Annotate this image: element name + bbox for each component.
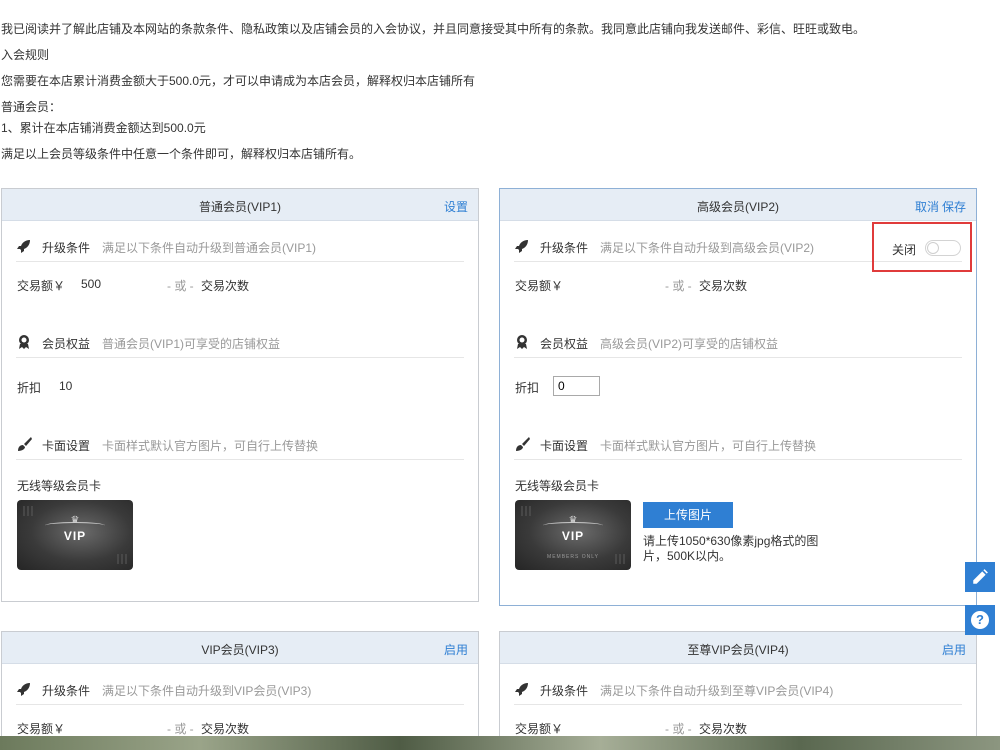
card-vip-text: VIP — [63, 529, 87, 543]
vip4-header: 至尊VIP会员(VIP4) 启用 — [500, 632, 976, 664]
trade-amount-label: 交易额￥ — [515, 722, 564, 736]
vip1-upgrade-desc: 满足以下条件自动升级到普通会员(VIP1) — [102, 241, 317, 255]
help-button[interactable]: ? — [965, 605, 995, 635]
wings-decoration — [45, 522, 105, 529]
rules-title: 入会规则 — [1, 48, 50, 62]
brush-icon — [516, 437, 530, 451]
toggle-knob — [927, 242, 939, 254]
vip1-discount-value: 10 — [59, 379, 73, 393]
toggle-highlight: 关闭 — [872, 222, 972, 272]
vip2-actions: 取消 保存 — [912, 198, 966, 215]
vip1-panel: 普通会员(VIP1) 设置 升级条件 满足以下条件自动升级到普通会员(VIP1)… — [1, 188, 479, 602]
medal-icon — [19, 335, 29, 349]
vip1-upgrade-row: 升级条件 满足以下条件自动升级到普通会员(VIP1) — [16, 235, 464, 262]
card-setting-desc: 卡面样式默认官方图片，可自行上传替换 — [600, 439, 817, 453]
upload-hint: 请上传1050*630像素jpg格式的图片，500K以内。 — [643, 534, 819, 563]
vip1-settings-link[interactable]: 设置 — [444, 198, 468, 215]
vip4-upgrade-row: 升级条件 满足以下条件自动升级到至尊VIP会员(VIP4) — [514, 678, 962, 705]
vip4-enable-link[interactable]: 启用 — [942, 641, 966, 658]
normal-member-heading: 普通会员： — [1, 100, 62, 114]
medal-icon — [517, 335, 527, 349]
wings-decoration — [543, 522, 603, 529]
vip2-card-row: 卡面设置 卡面样式默认官方图片，可自行上传替换 — [514, 433, 962, 460]
benefits-label: 会员权益 — [42, 337, 91, 351]
vip2-discount-input[interactable] — [553, 376, 600, 396]
vip3-upgrade-row: 升级条件 满足以下条件自动升级到VIP会员(VIP3) — [16, 678, 464, 705]
upgrade-label: 升级条件 — [42, 684, 91, 698]
trade-amount-label: 交易额￥ — [17, 722, 66, 736]
vip3-panel: VIP会员(VIP3) 启用 升级条件 满足以下条件自动升级到VIP会员(VIP… — [1, 631, 479, 741]
card-subtitle: MEMBERS ONLY — [547, 554, 599, 560]
toggle-label: 关闭 — [892, 243, 917, 257]
vip1-benefit-row: 会员权益 普通会员(VIP1)可享受的店铺权益 — [16, 331, 464, 358]
discount-label: 折扣 — [515, 381, 540, 395]
vip3-upgrade-desc: 满足以下条件自动升级到VIP会员(VIP3) — [102, 684, 312, 698]
vip2-enable-toggle[interactable] — [925, 240, 961, 256]
vip3-enable-link[interactable]: 启用 — [444, 641, 468, 658]
vip1-amount-value: 500 — [81, 277, 102, 291]
rocket-icon — [515, 240, 528, 253]
vip2-title: 高级会员(VIP2) — [696, 200, 779, 214]
vip1-benefit-desc: 普通会员(VIP1)可享受的店铺权益 — [102, 337, 281, 351]
or-separator: - 或 - — [167, 722, 194, 736]
background-image-strip — [0, 736, 1000, 750]
trade-count-label: 交易次数 — [699, 722, 748, 736]
edit-button[interactable] — [965, 562, 995, 592]
save-link[interactable]: 保存 — [942, 200, 966, 214]
trade-count-label: 交易次数 — [201, 279, 250, 293]
vip2-upgrade-desc: 满足以下条件自动升级到高级会员(VIP2) — [600, 241, 815, 255]
or-separator: - 或 - — [665, 279, 692, 293]
or-separator: - 或 - — [167, 279, 194, 293]
agreement-text: 我已阅读并了解此店铺及本网站的条款条件、隐私政策以及店铺会员的入会协议，并且同意… — [1, 22, 866, 36]
discount-label: 折扣 — [17, 381, 42, 395]
upload-image-button[interactable]: 上传图片 — [643, 502, 733, 528]
card-vip-text: VIP — [561, 529, 585, 543]
vip3-header: VIP会员(VIP3) 启用 — [2, 632, 478, 664]
edit-icon — [973, 569, 988, 584]
vip4-title: 至尊VIP会员(VIP4) — [687, 643, 789, 657]
vip1-header: 普通会员(VIP1) 设置 — [2, 189, 478, 221]
rocket-icon — [17, 683, 30, 696]
trade-amount-label: 交易额￥ — [17, 279, 66, 293]
upgrade-label: 升级条件 — [42, 241, 91, 255]
vip1-card-row: 卡面设置 卡面样式默认官方图片，可自行上传替换 — [16, 433, 464, 460]
rules-footer: 满足以上会员等级条件中任意一个条件即可，解释权归本店铺所有。 — [1, 147, 362, 161]
or-separator: - 或 - — [665, 722, 692, 736]
vip2-card-image: ♛ VIP MEMBERS ONLY — [515, 500, 631, 570]
vip1-title: 普通会员(VIP1) — [198, 200, 281, 214]
vip4-panel: 至尊VIP会员(VIP4) 启用 升级条件 满足以下条件自动升级到至尊VIP会员… — [499, 631, 977, 741]
trade-count-label: 交易次数 — [201, 722, 250, 736]
vip2-header: 高级会员(VIP2) 取消 保存 — [500, 189, 976, 221]
card-setting-label: 卡面设置 — [42, 439, 91, 453]
card-setting-label: 卡面设置 — [540, 439, 589, 453]
rules-text: 您需要在本店累计消费金额大于500.0元，才可以申请成为本店会员，解释权归本店铺… — [1, 74, 476, 88]
vip2-panel: 高级会员(VIP2) 取消 保存 升级条件 满足以下条件自动升级到高级会员(VIP… — [499, 188, 977, 606]
vip2-benefit-row: 会员权益 高级会员(VIP2)可享受的店铺权益 — [514, 331, 962, 358]
rocket-icon — [515, 683, 528, 696]
condition-text: 1、累计在本店铺消费金额达到500.0元 — [1, 121, 206, 135]
trade-count-label: 交易次数 — [699, 279, 748, 293]
wireless-card-label: 无线等级会员卡 — [17, 479, 102, 493]
card-setting-desc: 卡面样式默认官方图片，可自行上传替换 — [102, 439, 319, 453]
vip1-card-image: ♛ VIP — [17, 500, 133, 570]
benefits-label: 会员权益 — [540, 337, 589, 351]
help-icon: ? — [971, 611, 989, 629]
card-pattern — [117, 554, 127, 564]
rocket-icon — [17, 240, 30, 253]
upgrade-label: 升级条件 — [540, 684, 589, 698]
trade-amount-label: 交易额￥ — [515, 279, 564, 293]
upgrade-label: 升级条件 — [540, 241, 589, 255]
vip2-benefit-desc: 高级会员(VIP2)可享受的店铺权益 — [600, 337, 779, 351]
vip4-upgrade-desc: 满足以下条件自动升级到至尊VIP会员(VIP4) — [600, 684, 834, 698]
wireless-card-label: 无线等级会员卡 — [515, 479, 600, 493]
cancel-link[interactable]: 取消 — [915, 200, 939, 214]
brush-icon — [18, 437, 32, 451]
vip3-title: VIP会员(VIP3) — [201, 643, 279, 657]
